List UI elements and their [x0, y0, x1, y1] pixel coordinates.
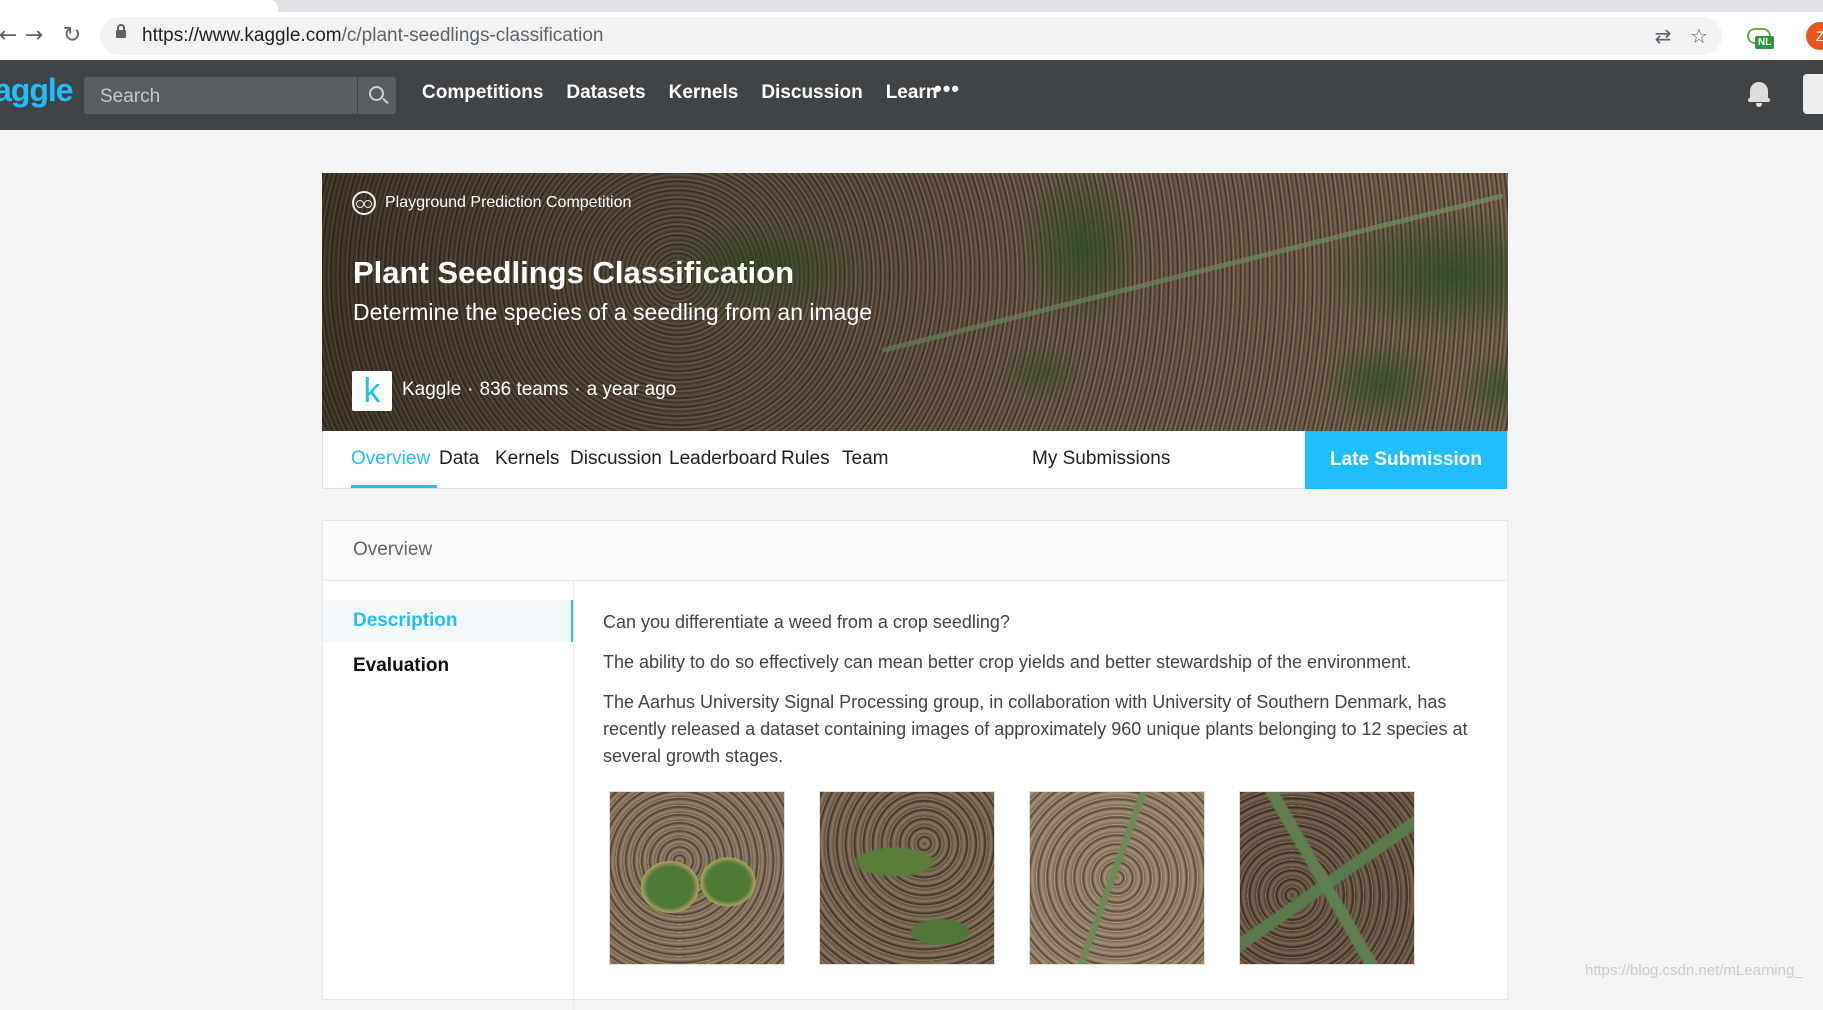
more-menu-icon[interactable]: •••	[934, 76, 960, 102]
search-input[interactable]	[84, 77, 372, 116]
active-tab-indicator	[351, 485, 437, 488]
tab-rules[interactable]: Rules	[781, 448, 830, 470]
search-box	[84, 77, 396, 116]
url-path: /c/plant-seedlings-classification	[341, 25, 604, 46]
overview-header: Overview	[323, 521, 1507, 581]
competition-type: Playground Prediction Competition	[352, 191, 631, 215]
watermark: https://blog.csdn.net/mLearning_	[1585, 962, 1803, 979]
overview-sidebar: Description Evaluation	[323, 580, 574, 1010]
search-icon	[369, 86, 384, 101]
competition-title: Plant Seedlings Classification	[353, 255, 795, 290]
competition-age: a year ago	[586, 379, 677, 400]
late-submission-button[interactable]: Late Submission	[1305, 431, 1507, 489]
profile-avatar[interactable]: Z	[1806, 22, 1823, 50]
nav-learn[interactable]: Learn	[886, 82, 938, 104]
bookmark-star-icon[interactable]: ☆	[1686, 23, 1712, 49]
competition-subtitle: Determine the species of a seedling from…	[353, 299, 873, 325]
nav-discussion[interactable]: Discussion	[761, 82, 862, 104]
kaggle-header: aggle Competitions Datasets Kernels Disc…	[0, 60, 1823, 130]
extension-nl-icon[interactable]: NL	[1745, 22, 1775, 52]
browser-tab[interactable]	[0, 0, 278, 12]
team-count[interactable]: 836 teams	[480, 379, 569, 400]
overview-title: Overview	[353, 539, 433, 560]
nav-kernels[interactable]: Kernels	[669, 82, 739, 104]
nav-competitions[interactable]: Competitions	[422, 82, 543, 104]
seedling-image	[609, 791, 785, 965]
sidebar-item-label: Evaluation	[353, 655, 450, 676]
tab-leaderboard[interactable]: Leaderboard	[669, 448, 777, 470]
host-logo[interactable]: k	[352, 371, 392, 411]
notification-bell-icon[interactable]	[1748, 82, 1770, 107]
description-paragraph: Can you differentiate a weed from a crop…	[603, 612, 1010, 632]
description-body: Can you differentiate a weed from a crop…	[603, 609, 1473, 783]
main-nav: Competitions Datasets Kernels Discussion…	[422, 82, 937, 104]
overview-panel: Overview Description Evaluation Can you …	[322, 520, 1508, 1010]
seedling-image	[1239, 791, 1415, 965]
sidebar-item-evaluation[interactable]: Evaluation	[323, 645, 573, 687]
lock-icon	[116, 24, 126, 38]
tab-data[interactable]: Data	[439, 448, 479, 470]
description-paragraph: The Aarhus University Signal Processing …	[603, 692, 1468, 766]
competition-tabs: Overview Data Kernels Discussion Leaderb…	[322, 431, 1508, 489]
kaggle-logo[interactable]: aggle	[0, 72, 74, 109]
tab-kernels[interactable]: Kernels	[495, 448, 559, 470]
my-submissions-link[interactable]: My Submissions	[1032, 448, 1170, 470]
tab-discussion[interactable]: Discussion	[570, 448, 662, 470]
extension-badge: NL	[1755, 36, 1775, 49]
translate-icon[interactable]: ⇄	[1650, 23, 1676, 49]
tab-strip	[0, 0, 1823, 12]
competition-meta: Kaggle · 836 teams · a year ago	[402, 379, 677, 400]
user-avatar[interactable]	[1803, 74, 1823, 114]
seedling-image	[819, 791, 995, 965]
url-host: https://www.kaggle.com	[142, 25, 342, 46]
playground-icon	[352, 191, 376, 215]
address-bar[interactable]: https://www.kaggle.com/c/plant-seedlings…	[100, 17, 1722, 55]
url-text[interactable]: https://www.kaggle.com/c/plant-seedlings…	[142, 25, 604, 47]
browser-chrome: ← → ↻ https://www.kaggle.com/c/plant-see…	[0, 0, 1823, 60]
sidebar-item-description[interactable]: Description	[323, 600, 573, 642]
tab-team[interactable]: Team	[842, 448, 888, 470]
description-paragraph: The ability to do so effectively can mea…	[603, 652, 1412, 672]
forward-icon[interactable]: →	[18, 20, 50, 52]
reload-icon[interactable]: ↻	[56, 20, 88, 52]
nav-datasets[interactable]: Datasets	[566, 82, 645, 104]
search-button[interactable]	[357, 77, 396, 114]
tab-overview[interactable]: Overview	[351, 448, 430, 470]
competition-type-label: Playground Prediction Competition	[385, 194, 632, 211]
seedling-image	[1029, 791, 1205, 965]
host-name[interactable]: Kaggle	[402, 379, 461, 400]
competition-header-banner: Playground Prediction Competition Plant …	[322, 173, 1508, 431]
sidebar-item-label: Description	[353, 610, 458, 631]
